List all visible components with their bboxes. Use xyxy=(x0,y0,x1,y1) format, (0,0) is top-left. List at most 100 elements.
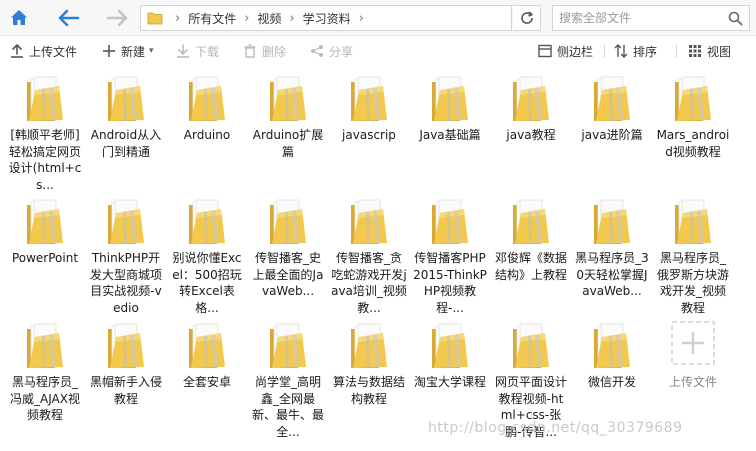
search-input[interactable] xyxy=(553,7,723,29)
chevron-right-icon: › xyxy=(244,10,250,26)
folder-item[interactable]: 邓俊辉《数据结构》上教程 xyxy=(491,193,571,283)
delete-button[interactable]: 删除 xyxy=(243,42,286,60)
breadcrumb-videos[interactable]: 视频 xyxy=(257,10,281,27)
folder-item[interactable]: 传智播客PHP2015-ThinkPHP视频教程-... xyxy=(410,193,490,316)
folder-icon xyxy=(189,199,225,244)
folder-item[interactable]: Mars_android视频教程 xyxy=(653,70,733,160)
folder-item[interactable]: PowerPoint xyxy=(5,193,85,267)
folder-name: java教程 xyxy=(506,128,556,142)
folder-item[interactable]: Java基础篇 xyxy=(410,70,490,144)
folder-item[interactable]: ThinkPHP开发大型商城项目实战视频-vedio xyxy=(86,193,166,316)
sidebar-button[interactable]: 侧边栏 xyxy=(538,42,593,60)
folder-icon xyxy=(351,76,387,121)
folder-thumbnail xyxy=(410,317,490,371)
folder-name: Mars_android视频教程 xyxy=(656,128,730,159)
folder-name: [韩顺平老师]轻松搞定网页设计(html+cs... xyxy=(8,128,82,192)
folder-icon xyxy=(594,76,630,121)
folder-thumbnail xyxy=(491,193,571,247)
folder-icon xyxy=(108,199,144,244)
sort-icon xyxy=(614,44,628,58)
folder-thumbnail xyxy=(86,193,166,247)
folder-thumbnail xyxy=(329,70,409,124)
folder-item[interactable]: java进阶篇 xyxy=(572,70,652,144)
folder-item[interactable]: 传智播客_贪吃蛇游戏开发java培训_视频教... xyxy=(329,193,409,316)
folder-name: 黑马程序员_30天轻松掌握JavaWeb... xyxy=(575,251,649,298)
folder-item[interactable]: java教程 xyxy=(491,70,571,144)
folder-item[interactable]: 尚学堂_高明鑫_全网最新、最牛、最全... xyxy=(248,317,328,440)
share-label: 分享 xyxy=(329,44,354,59)
folder-item[interactable]: javascrip xyxy=(329,70,409,144)
folder-icon xyxy=(432,323,468,368)
folder-thumbnail xyxy=(86,70,166,124)
folder-thumbnail xyxy=(653,70,733,124)
chevron-right-icon: › xyxy=(289,10,295,26)
folder-icon xyxy=(513,323,549,368)
folder-icon xyxy=(108,76,144,121)
folder-name: 传智播客PHP2015-ThinkPHP视频教程-... xyxy=(413,251,487,315)
forward-button[interactable] xyxy=(104,5,130,31)
folder-item[interactable]: 淘宝大学课程 xyxy=(410,317,490,391)
upload-file-tile[interactable]: 上传文件 xyxy=(653,317,733,391)
folder-item[interactable]: 黑马程序员_俄罗斯方块游戏开发_视频教程 xyxy=(653,193,733,316)
folder-item[interactable]: 黑马程序员_30天轻松掌握JavaWeb... xyxy=(572,193,652,300)
folder-icon xyxy=(270,199,306,244)
toolbar: 上传文件 新建 ▾ 下载 删除 分享 侧边栏 排序 视图 xyxy=(0,37,756,65)
search-icon[interactable] xyxy=(728,11,743,26)
folder-icon xyxy=(432,199,468,244)
folder-item[interactable]: 黑马程序员_冯威_AJAX视频教程 xyxy=(5,317,85,424)
folder-name: 算法与数据结构教程 xyxy=(332,375,405,406)
folder-item[interactable]: 黑帽新手入侵教程 xyxy=(86,317,166,407)
share-button[interactable]: 分享 xyxy=(310,42,353,60)
navigation-bar: › 所有文件 › 视频 › 学习资料 › xyxy=(0,0,756,36)
folder-thumbnail xyxy=(653,193,733,247)
refresh-button[interactable] xyxy=(513,5,541,31)
folder-item[interactable]: Arduino扩展篇 xyxy=(248,70,328,160)
folder-item[interactable]: Arduino xyxy=(167,70,247,144)
trash-icon xyxy=(244,44,256,58)
upload-button[interactable]: 上传文件 xyxy=(10,42,77,60)
folder-thumbnail xyxy=(5,193,85,247)
view-button[interactable]: 视图 xyxy=(688,42,731,60)
folder-icon xyxy=(189,76,225,121)
folder-thumbnail xyxy=(329,193,409,247)
folder-item[interactable]: 别说你懂Excel：500招玩转Excel表格... xyxy=(167,193,247,316)
folder-name: Java基础篇 xyxy=(419,128,481,142)
folder-thumbnail xyxy=(572,317,652,371)
folder-item[interactable]: 微信开发 xyxy=(572,317,652,391)
folder-name: Arduino xyxy=(183,128,231,142)
folder-thumbnail xyxy=(491,317,571,371)
upload-file-label: 上传文件 xyxy=(668,375,717,389)
chevron-right-icon: › xyxy=(175,10,181,26)
breadcrumb-study-materials[interactable]: 学习资料 xyxy=(303,10,351,27)
folder-item[interactable]: [韩顺平老师]轻松搞定网页设计(html+cs... xyxy=(5,70,85,193)
folder-name: 别说你懂Excel：500招玩转Excel表格... xyxy=(172,251,242,315)
file-grid: [韩顺平老师]轻松搞定网页设计(html+cs... Android从入门到精通 A… xyxy=(0,70,756,451)
back-arrow-icon xyxy=(58,9,80,27)
folder-item[interactable]: 算法与数据结构教程 xyxy=(329,317,409,407)
folder-item[interactable]: Android从入门到精通 xyxy=(86,70,166,160)
upload-placeholder xyxy=(653,317,733,371)
sidebar-label: 侧边栏 xyxy=(557,44,594,59)
view-label: 视图 xyxy=(707,44,732,59)
folder-thumbnail xyxy=(86,317,166,371)
breadcrumb-all-files[interactable]: 所有文件 xyxy=(188,10,236,27)
folder-item[interactable]: 传智播客_史上最全面的JavaWeb... xyxy=(248,193,328,300)
sort-button[interactable]: 排序 xyxy=(614,42,657,60)
folder-thumbnail xyxy=(5,70,85,124)
folder-name: PowerPoint xyxy=(11,251,79,265)
back-button[interactable] xyxy=(56,5,82,31)
folder-name: 黑马程序员_俄罗斯方块游戏开发_视频教程 xyxy=(656,251,729,315)
folder-thumbnail xyxy=(5,317,85,371)
folder-item[interactable]: 全套安卓 xyxy=(167,317,247,391)
folder-name: 尚学堂_高明鑫_全网最新、最牛、最全... xyxy=(251,375,324,439)
new-button[interactable]: 新建 ▾ xyxy=(102,42,154,60)
toolbar-divider xyxy=(604,44,605,58)
folder-name: 传智播客_史上最全面的JavaWeb... xyxy=(252,251,324,298)
home-button[interactable] xyxy=(6,5,32,31)
address-bar[interactable]: › 所有文件 › 视频 › 学习资料 › xyxy=(140,5,512,31)
folder-icon xyxy=(351,199,387,244)
delete-label: 删除 xyxy=(262,44,287,59)
home-icon xyxy=(11,10,27,25)
folder-thumbnail xyxy=(410,193,490,247)
download-button[interactable]: 下载 xyxy=(176,42,219,60)
